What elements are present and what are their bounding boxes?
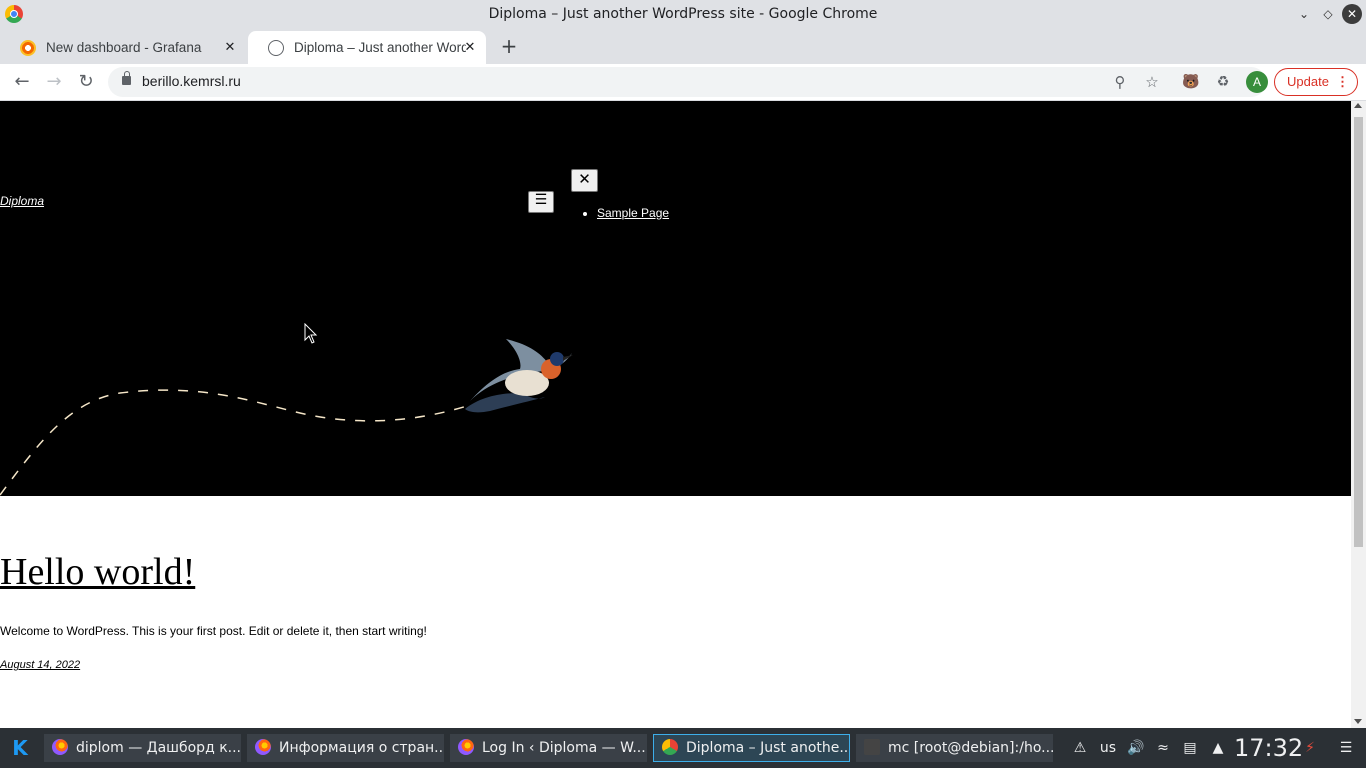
post-excerpt: Welcome to WordPress. This is your first…: [0, 624, 427, 638]
url-text[interactable]: berillo.kemrsl.ru: [142, 73, 241, 89]
scroll-up-icon[interactable]: [1354, 103, 1362, 108]
close-window-icon[interactable]: ✕: [1342, 4, 1362, 24]
tab-diploma[interactable]: Diploma – Just another WordPress site ✕: [248, 31, 486, 64]
tab-label: New dashboard - Grafana: [46, 40, 202, 55]
window-title: Diploma – Just another WordPress site - …: [488, 6, 878, 22]
maximize-icon[interactable]: ◇: [1318, 4, 1338, 24]
scroll-down-icon[interactable]: [1354, 719, 1362, 724]
mouse-cursor-icon: [304, 323, 318, 344]
more-menu-icon[interactable]: ⋮: [1336, 69, 1349, 95]
clock[interactable]: 17:32: [1234, 728, 1303, 768]
bird-icon: [465, 339, 573, 413]
nav-link-sample-page[interactable]: Sample Page: [597, 206, 669, 220]
bird-flight-illustration: [0, 339, 573, 496]
tab-close-icon[interactable]: ✕: [462, 39, 478, 55]
wifi-icon[interactable]: ≈: [1152, 728, 1174, 768]
bookmark-star-icon[interactable]: ☆: [1142, 72, 1162, 92]
tab-strip: New dashboard - Grafana ✕ Diploma – Just…: [0, 29, 1366, 64]
battery-icon[interactable]: ⚡: [1300, 728, 1320, 768]
task-chrome-diploma[interactable]: Diploma – Just anothe...: [653, 734, 850, 762]
clipboard-icon[interactable]: ▤: [1180, 728, 1200, 768]
update-button[interactable]: Update ⋮: [1274, 68, 1358, 96]
tray-expand-icon[interactable]: ▲: [1208, 728, 1228, 768]
minimize-icon[interactable]: ⌄: [1294, 4, 1314, 24]
flight-path-line: [0, 389, 471, 496]
bear-extension-icon[interactable]: 🐻: [1181, 72, 1201, 92]
taskbar: K diplom — Дашборд к... Информация о стр…: [0, 728, 1366, 768]
profile-avatar[interactable]: A: [1246, 71, 1268, 93]
task-label: Информация о стран...: [279, 740, 444, 756]
forward-arrow-icon[interactable]: →: [42, 71, 66, 93]
update-label: Update: [1287, 74, 1329, 89]
kde-launcher-icon[interactable]: K: [8, 736, 32, 760]
firefox-icon: [458, 738, 474, 755]
new-tab-button[interactable]: +: [499, 36, 519, 56]
task-terminal-mc[interactable]: mc [root@debian]:/ho...: [856, 734, 1053, 762]
browser-toolbar: ← → ↻ berillo.kemrsl.ru ⚲ ☆ 🐻 ♻ A Update…: [0, 64, 1366, 101]
menu-close-button[interactable]: ✕: [571, 169, 598, 192]
task-label: Diploma – Just anothe...: [686, 740, 850, 756]
grafana-icon: [20, 39, 36, 56]
lock-icon[interactable]: [122, 71, 131, 85]
task-label: mc [root@debian]:/ho...: [888, 740, 1053, 756]
address-bar[interactable]: berillo.kemrsl.ru ⚲ ☆: [108, 67, 1266, 97]
nav-item: Sample Page: [597, 206, 669, 220]
back-arrow-icon[interactable]: ←: [10, 71, 34, 93]
tab-close-icon[interactable]: ✕: [222, 39, 238, 55]
tab-grafana[interactable]: New dashboard - Grafana ✕: [0, 31, 246, 64]
keyboard-layout[interactable]: us: [1096, 728, 1120, 768]
menu-open-button[interactable]: ☰: [528, 191, 554, 213]
updates-icon[interactable]: ⚠: [1070, 728, 1090, 768]
show-desktop-icon[interactable]: ☰: [1336, 728, 1356, 768]
task-firefox-diplom[interactable]: diplom — Дашборд к...: [44, 734, 241, 762]
site-title-link[interactable]: Diploma: [0, 194, 44, 208]
task-label: diplom — Дашборд к...: [76, 740, 241, 756]
scrollbar-thumb[interactable]: [1354, 117, 1363, 547]
task-firefox-info[interactable]: Информация о стран...: [247, 734, 444, 762]
post-title-link[interactable]: Hello world!: [0, 550, 195, 594]
post-date-link[interactable]: August 14, 2022: [0, 659, 80, 671]
primary-nav: Sample Page: [582, 206, 669, 220]
extensions-puzzle-icon[interactable]: ♻: [1213, 72, 1233, 92]
hero-header: Diploma ☰ ✕ Sample Page: [0, 101, 1351, 496]
tab-label: Diploma – Just another WordPress site: [294, 40, 466, 55]
firefox-icon: [52, 738, 68, 755]
reload-icon[interactable]: ↻: [74, 71, 98, 93]
globe-icon: [268, 39, 284, 56]
task-firefox-login[interactable]: Log In ‹ Diploma — W...: [450, 734, 647, 762]
zoom-icon[interactable]: ⚲: [1110, 72, 1130, 92]
task-label: Log In ‹ Diploma — W...: [482, 740, 646, 756]
terminal-icon: [864, 738, 880, 755]
page-scrollbar[interactable]: [1351, 101, 1366, 728]
firefox-icon: [255, 738, 271, 755]
window-titlebar: Diploma – Just another WordPress site - …: [0, 0, 1366, 29]
web-page: Diploma ☰ ✕ Sample Page Hello world! Wel…: [0, 101, 1351, 728]
chrome-icon: [662, 738, 678, 755]
volume-icon[interactable]: 🔊: [1126, 728, 1146, 768]
